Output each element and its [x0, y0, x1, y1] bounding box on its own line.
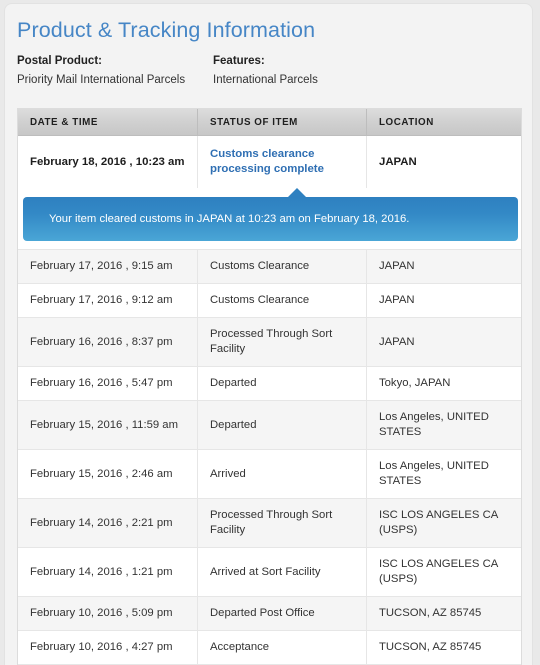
postal-product-label: Postal Product: — [17, 55, 102, 67]
table-row: February 15, 2016 , 2:46 am Arrived Los An… — [18, 450, 521, 499]
table-row: February 14, 2016 , 2:21 pm Processed Thr… — [18, 499, 521, 548]
cell-location: JAPAN — [379, 260, 415, 272]
postal-product-block: Postal Product: Priority Mail Internatio… — [17, 53, 213, 89]
cell-status: Arrived — [198, 450, 367, 498]
column-header-location: LOCATION — [379, 116, 434, 128]
cell-datetime: February 10, 2016 , 5:09 pm — [18, 597, 198, 630]
table-row: February 16, 2016 , 5:47 pm Departed Tokyo… — [18, 367, 521, 401]
cell-status: Arrived at Sort Facility — [198, 548, 367, 596]
cell-location: Los Angeles, UNITED STATES — [379, 411, 489, 438]
cell-location: JAPAN — [379, 294, 415, 306]
cell-datetime: February 16, 2016 , 5:47 pm — [18, 367, 198, 400]
cell-status: Processed Through Sort Facility — [198, 499, 367, 547]
cell-datetime: February 14, 2016 , 2:21 pm — [18, 499, 198, 547]
table-row: February 16, 2016 , 8:37 pm Processed Thr… — [18, 318, 521, 367]
cell-status: Departed — [198, 401, 367, 449]
callout-pointer-icon — [287, 188, 307, 198]
callout-spacer — [18, 241, 521, 250]
cell-status: Processed Through Sort Facility — [198, 318, 367, 366]
column-header-date-time: DATE & TIME — [18, 109, 198, 135]
current-status-link[interactable]: Customs clearance processing complete — [198, 136, 367, 188]
cell-datetime: February 10, 2016 , 4:27 pm — [18, 631, 198, 664]
table-row: February 17, 2016 , 9:15 am Customs Clear… — [18, 250, 521, 284]
tracking-page-card: Product & Tracking Information Postal Pr… — [5, 4, 532, 665]
cell-datetime: February 17, 2016 , 9:12 am — [18, 284, 198, 317]
current-status-location: JAPAN — [379, 155, 417, 168]
cell-datetime: February 16, 2016 , 8:37 pm — [18, 318, 198, 366]
features-label: Features: — [213, 55, 265, 67]
table-row: February 15, 2016 , 11:59 am Departed Los … — [18, 401, 521, 450]
tracking-table: DATE & TIME STATUS OF ITEM LOCATION Febr… — [17, 108, 522, 665]
cell-datetime: February 15, 2016 , 11:59 am — [18, 401, 198, 449]
table-body: February 17, 2016 , 9:15 am Customs Clear… — [18, 250, 521, 665]
page-title: Product & Tracking Information — [17, 18, 316, 42]
column-header-status-of-item: STATUS OF ITEM — [198, 109, 367, 135]
cell-datetime: February 15, 2016 , 2:46 am — [18, 450, 198, 498]
table-row: February 10, 2016 , 5:09 pm Departed Post… — [18, 597, 521, 631]
cell-location: TUCSON, AZ 85745 — [379, 641, 482, 653]
table-row-current-status[interactable]: February 18, 2016 , 10:23 am Customs cle… — [18, 136, 521, 188]
cell-location: ISC LOS ANGELES CA (USPS) — [379, 509, 498, 536]
table-row: February 14, 2016 , 1:21 pm Arrived at So… — [18, 548, 521, 597]
cell-location: Tokyo, JAPAN — [379, 377, 451, 389]
product-meta: Postal Product: Priority Mail Internatio… — [5, 43, 532, 89]
current-status-datetime: February 18, 2016 , 10:23 am — [18, 136, 198, 188]
table-header-row: DATE & TIME STATUS OF ITEM LOCATION — [18, 109, 521, 136]
cell-location: ISC LOS ANGELES CA (USPS) — [379, 558, 498, 585]
postal-product-value: Priority Mail International Parcels — [17, 74, 186, 86]
table-row: February 10, 2016 , 4:27 pm Acceptance TUC… — [18, 631, 521, 665]
cell-location: JAPAN — [379, 335, 415, 348]
features-block: Features: International Parcels — [213, 53, 463, 89]
table-row: February 17, 2016 , 9:12 am Customs Clear… — [18, 284, 521, 318]
callout-message: Your item cleared customs in JAPAN at 10… — [49, 212, 410, 225]
callout-zone: Your item cleared customs in JAPAN at 10… — [18, 188, 521, 241]
cell-status: Customs Clearance — [198, 284, 367, 317]
cell-datetime: February 14, 2016 , 1:21 pm — [18, 548, 198, 596]
cell-status: Acceptance — [198, 631, 367, 664]
cell-status: Departed Post Office — [198, 597, 367, 630]
cell-datetime: February 17, 2016 , 9:15 am — [18, 250, 198, 283]
features-value: International Parcels — [213, 74, 318, 86]
cell-status: Customs Clearance — [198, 250, 367, 283]
cell-location: TUCSON, AZ 85745 — [379, 607, 482, 619]
cell-status: Departed — [198, 367, 367, 400]
cell-location: Los Angeles, UNITED STATES — [379, 460, 489, 487]
status-callout: Your item cleared customs in JAPAN at 10… — [23, 188, 518, 241]
